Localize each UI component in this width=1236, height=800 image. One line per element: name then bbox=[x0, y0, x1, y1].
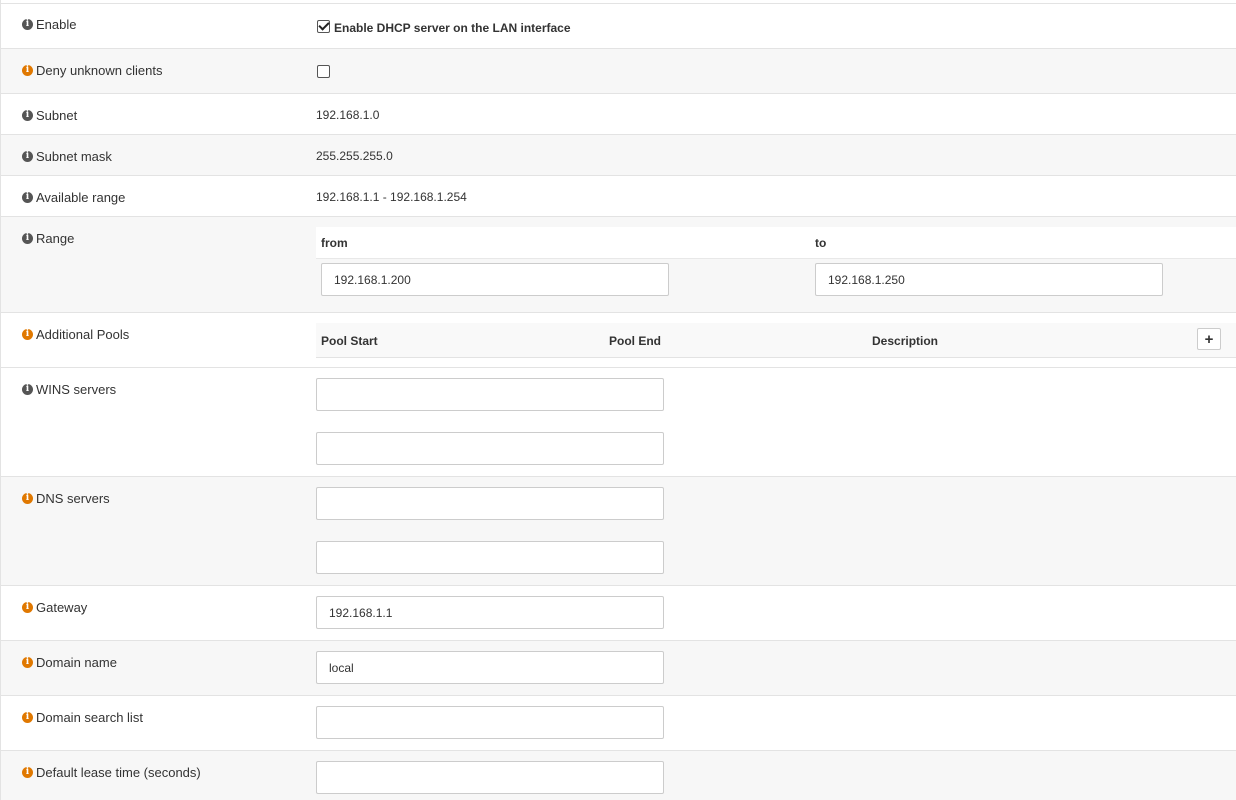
available-range-value: 192.168.1.1 - 192.168.1.254 bbox=[316, 190, 467, 204]
row-wins-servers: i WINS servers bbox=[1, 367, 1236, 477]
deny-unknown-label-text: Deny unknown clients bbox=[36, 63, 163, 78]
wins-server-1-input[interactable] bbox=[316, 378, 664, 411]
enable-label-text: Enable bbox=[36, 17, 77, 32]
info-icon[interactable]: i bbox=[22, 602, 33, 613]
default-lease-time-label-text: Default lease time (seconds) bbox=[36, 765, 201, 780]
default-lease-time-label: i Default lease time (seconds) bbox=[22, 765, 201, 780]
range-label: i Range bbox=[22, 231, 74, 246]
info-icon[interactable]: i bbox=[22, 329, 33, 340]
info-icon[interactable]: i bbox=[22, 233, 33, 244]
info-icon[interactable]: i bbox=[22, 65, 33, 76]
add-pool-button[interactable]: + bbox=[1197, 328, 1221, 350]
range-to-header: to bbox=[815, 236, 827, 250]
domain-name-label-text: Domain name bbox=[36, 655, 117, 670]
row-range: i Range from to bbox=[1, 216, 1236, 313]
dns-servers-label-text: DNS servers bbox=[36, 491, 110, 506]
range-to-input[interactable] bbox=[815, 263, 1163, 296]
wins-server-2-input[interactable] bbox=[316, 432, 664, 465]
gateway-label-text: Gateway bbox=[36, 600, 88, 615]
domain-name-label: i Domain name bbox=[22, 655, 117, 670]
dns-server-1-input[interactable] bbox=[316, 487, 664, 520]
row-subnet-mask: i Subnet mask 255.255.255.0 bbox=[1, 134, 1236, 176]
deny-unknown-label: i Deny unknown clients bbox=[22, 63, 162, 78]
domain-search-list-input[interactable] bbox=[316, 706, 664, 739]
additional-pools-label-text: Additional Pools bbox=[36, 327, 130, 342]
domain-name-input[interactable] bbox=[316, 651, 664, 684]
info-icon[interactable]: i bbox=[22, 19, 33, 30]
plus-icon: + bbox=[1204, 330, 1214, 348]
enable-label: i Enable bbox=[22, 17, 76, 32]
row-enable: i Enable Enable DHCP server on the LAN i… bbox=[1, 3, 1236, 49]
range-header: from to bbox=[316, 227, 1236, 259]
dns-servers-label: i DNS servers bbox=[22, 491, 110, 506]
row-domain-search-list: i Domain search list bbox=[1, 695, 1236, 751]
range-from-input[interactable] bbox=[321, 263, 669, 296]
gateway-input[interactable] bbox=[316, 596, 664, 629]
subnet-mask-label-text: Subnet mask bbox=[36, 149, 112, 164]
info-icon[interactable]: i bbox=[22, 384, 33, 395]
row-domain-name: i Domain name bbox=[1, 640, 1236, 696]
domain-search-list-label-text: Domain search list bbox=[36, 710, 143, 725]
info-icon[interactable]: i bbox=[22, 110, 33, 121]
row-default-lease-time: i Default lease time (seconds) bbox=[1, 750, 1236, 800]
range-label-text: Range bbox=[36, 231, 75, 246]
subnet-mask-label: i Subnet mask bbox=[22, 149, 112, 164]
gateway-label: i Gateway bbox=[22, 600, 87, 615]
domain-search-list-label: i Domain search list bbox=[22, 710, 143, 725]
row-additional-pools: i Additional Pools Pool Start Pool End D… bbox=[1, 312, 1236, 368]
dns-server-2-input[interactable] bbox=[316, 541, 664, 574]
pools-table-header: Pool Start Pool End Description bbox=[316, 323, 1236, 358]
available-range-label-text: Available range bbox=[36, 190, 126, 205]
subnet-value: 192.168.1.0 bbox=[316, 108, 380, 122]
wins-servers-label-text: WINS servers bbox=[36, 382, 117, 397]
info-icon[interactable]: i bbox=[22, 657, 33, 668]
pool-end-header: Pool End bbox=[609, 334, 661, 348]
row-subnet: i Subnet 192.168.1.0 bbox=[1, 93, 1236, 135]
row-available-range: i Available range 192.168.1.1 - 192.168.… bbox=[1, 175, 1236, 217]
row-dns-servers: i DNS servers bbox=[1, 476, 1236, 586]
available-range-label: i Available range bbox=[22, 190, 125, 205]
subnet-mask-value: 255.255.255.0 bbox=[316, 149, 393, 163]
pool-start-header: Pool Start bbox=[321, 334, 378, 348]
row-deny-unknown-clients: i Deny unknown clients bbox=[1, 48, 1236, 94]
enable-checkbox-label[interactable]: Enable DHCP server on the LAN interface bbox=[334, 21, 571, 35]
info-icon[interactable]: i bbox=[22, 192, 33, 203]
row-gateway: i Gateway bbox=[1, 585, 1236, 641]
deny-unknown-checkbox[interactable] bbox=[317, 65, 330, 78]
range-from-header: from bbox=[321, 236, 348, 250]
enable-checkbox[interactable] bbox=[317, 20, 330, 33]
info-icon[interactable]: i bbox=[22, 712, 33, 723]
additional-pools-label: i Additional Pools bbox=[22, 327, 129, 342]
info-icon[interactable]: i bbox=[22, 493, 33, 504]
info-icon[interactable]: i bbox=[22, 767, 33, 778]
dhcp-settings-form: i Enable Enable DHCP server on the LAN i… bbox=[0, 0, 1236, 800]
description-header: Description bbox=[872, 334, 939, 348]
default-lease-time-input[interactable] bbox=[316, 761, 664, 794]
info-icon[interactable]: i bbox=[22, 151, 33, 162]
subnet-label-text: Subnet bbox=[36, 108, 78, 123]
subnet-label: i Subnet bbox=[22, 108, 77, 123]
wins-servers-label: i WINS servers bbox=[22, 382, 116, 397]
